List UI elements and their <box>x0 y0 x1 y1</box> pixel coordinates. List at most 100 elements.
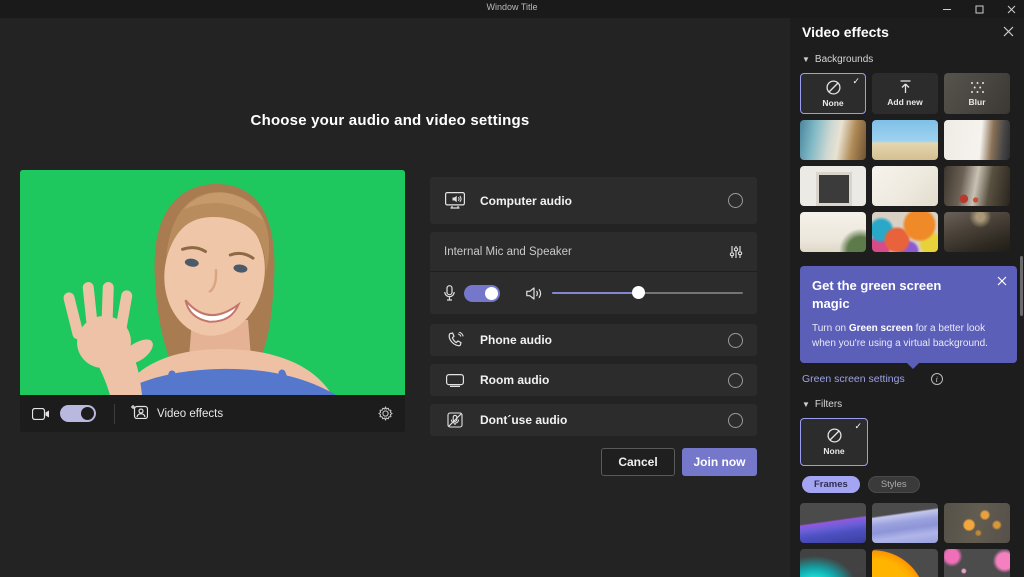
green-screen-promo-card: Get the green screen magic Turn on Green… <box>800 266 1017 363</box>
background-add-new-tile[interactable]: Add new <box>872 73 938 114</box>
panel-close-icon[interactable] <box>1003 25 1014 40</box>
promo-title: Get the green screen magic <box>812 277 972 312</box>
tile-label: Add new <box>887 97 922 107</box>
window-title: Window Title <box>0 2 1024 12</box>
person-waving-illustration <box>20 170 405 395</box>
info-icon[interactable]: i <box>931 373 943 385</box>
minimize-icon[interactable] <box>940 2 954 16</box>
audio-device-row: Internal Mic and Speaker <box>430 232 757 272</box>
backgrounds-section-header[interactable]: ▼ Backgrounds <box>802 54 1024 65</box>
filter-thumb-lavender-wave[interactable] <box>872 503 938 543</box>
no-audio-option[interactable]: Dont´use audio <box>430 404 757 436</box>
filter-none-tile[interactable]: ✓ None <box>800 418 868 466</box>
window-controls <box>940 0 1018 18</box>
filter-thumb-orange-bokeh[interactable] <box>944 503 1010 543</box>
chevron-down-icon: ▼ <box>802 400 810 409</box>
room-audio-radio[interactable] <box>728 373 743 388</box>
mic-toggle[interactable] <box>464 285 500 302</box>
background-thumb-white-minimal[interactable] <box>872 166 938 206</box>
camera-icon <box>32 408 50 420</box>
promo-pointer <box>906 362 920 369</box>
none-icon <box>826 80 841 95</box>
phone-audio-label: Phone audio <box>480 333 552 347</box>
mic-icon <box>444 285 455 301</box>
tab-frames[interactable]: Frames <box>802 476 860 493</box>
video-effects-panel: Video effects ▼ Backgrounds ✓ None Add n <box>790 0 1024 577</box>
audio-controls-row <box>430 272 757 314</box>
cancel-button[interactable]: Cancel <box>601 448 675 476</box>
computer-audio-icon <box>444 192 466 209</box>
maximize-icon[interactable] <box>972 2 986 16</box>
background-thumb-teal-office[interactable] <box>800 120 866 160</box>
camera-toggle-knob <box>81 407 94 420</box>
volume-slider[interactable] <box>552 286 743 300</box>
tile-label: None <box>822 98 843 108</box>
phone-audio-option[interactable]: Phone audio <box>430 324 757 356</box>
mic-toggle-knob <box>485 287 498 300</box>
volume-thumb[interactable] <box>632 286 645 299</box>
filter-tabs: Frames Styles <box>802 476 1024 493</box>
background-thumb-plant-corner[interactable] <box>800 212 866 252</box>
panel-scrollbar[interactable] <box>1020 256 1023 316</box>
background-thumb-mirror-wall[interactable] <box>800 166 866 206</box>
no-audio-radio[interactable] <box>728 413 743 428</box>
blur-icon <box>970 81 985 94</box>
green-screen-settings-row: Green screen settings i <box>802 373 1024 385</box>
device-equalizer-icon[interactable] <box>729 245 743 259</box>
panel-title: Video effects <box>802 24 889 40</box>
background-thumb-industrial-loft[interactable] <box>944 166 1010 206</box>
background-thumb-bright-room[interactable] <box>944 120 1010 160</box>
filter-thumb-teal-particles[interactable] <box>800 549 866 577</box>
camera-feed-green-screen <box>20 170 405 395</box>
promo-body: Turn on Green screen for a better look w… <box>812 321 1002 351</box>
tile-label: Blur <box>969 97 986 107</box>
background-thumb-beach[interactable] <box>872 120 938 160</box>
filter-none-row: ✓ None <box>800 418 1018 466</box>
camera-toggle[interactable] <box>60 405 96 422</box>
mic-off-icon <box>444 412 466 428</box>
volume-fill <box>552 292 638 294</box>
tab-styles[interactable]: Styles <box>868 476 920 493</box>
filter-thumb-pink-petals[interactable] <box>944 549 1010 577</box>
page-title: Choose your audio and video settings <box>0 112 780 129</box>
filters-section-header[interactable]: ▼ Filters <box>802 399 1024 410</box>
titlebar: Window Title <box>0 0 1024 18</box>
check-icon: ✓ <box>852 76 860 87</box>
filters-section-label: Filters <box>815 399 842 410</box>
background-thumb-balloons[interactable] <box>872 212 938 252</box>
audio-device-block: Internal Mic and Speaker <box>430 232 757 314</box>
no-audio-label: Dont´use audio <box>480 413 567 427</box>
video-effects-icon <box>131 404 148 424</box>
preview-toolbar: Video effects <box>20 395 405 432</box>
computer-audio-label: Computer audio <box>480 194 572 208</box>
tile-label: None <box>823 446 844 456</box>
join-now-button[interactable]: Join now <box>682 448 757 476</box>
check-icon: ✓ <box>854 421 862 432</box>
upload-icon <box>899 80 912 94</box>
room-audio-option[interactable]: Room audio <box>430 364 757 396</box>
main-area: Choose your audio and video settings <box>0 18 790 577</box>
video-effects-button[interactable]: Video effects <box>131 404 223 424</box>
green-screen-settings-link[interactable]: Green screen settings <box>802 373 905 385</box>
video-effects-label: Video effects <box>157 408 223 420</box>
audio-options: Computer audio Internal Mic and Speaker <box>430 177 757 444</box>
background-blur-tile[interactable]: Blur <box>944 73 1010 114</box>
device-settings-gear-icon[interactable] <box>378 406 393 421</box>
video-preview: Video effects <box>20 170 405 432</box>
computer-audio-radio[interactable] <box>728 193 743 208</box>
chevron-down-icon: ▼ <box>802 55 810 64</box>
audio-device-name: Internal Mic and Speaker <box>444 246 572 258</box>
background-tiles: ✓ None Add new Blur <box>800 73 1018 252</box>
filter-thumbs <box>800 503 1018 577</box>
promo-close-icon[interactable] <box>997 276 1007 289</box>
filter-thumb-purple-wave[interactable] <box>800 503 866 543</box>
phone-audio-radio[interactable] <box>728 333 743 348</box>
close-icon[interactable] <box>1004 2 1018 16</box>
computer-audio-option[interactable]: Computer audio <box>430 177 757 224</box>
toolbar-divider <box>114 404 115 424</box>
backgrounds-section-label: Backgrounds <box>815 54 873 65</box>
filter-thumb-orange-curve[interactable] <box>872 549 938 577</box>
background-none-tile[interactable]: ✓ None <box>800 73 866 114</box>
background-thumb-dark-landscape[interactable] <box>944 212 1010 252</box>
none-icon <box>827 428 842 443</box>
